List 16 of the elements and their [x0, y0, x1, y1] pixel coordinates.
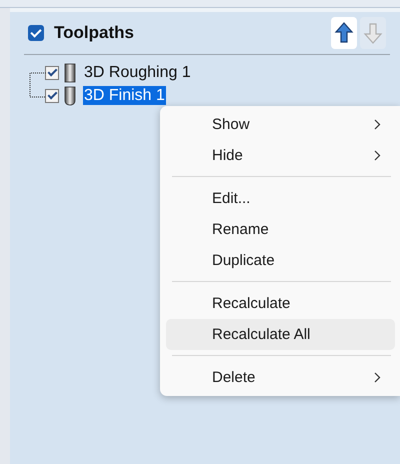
menu-item[interactable]: Hide [166, 140, 395, 171]
checkbox[interactable] [45, 66, 59, 80]
toolpath-label[interactable]: 3D Finish 1 [83, 86, 166, 105]
checkbox[interactable] [45, 88, 59, 102]
menu-item[interactable]: Recalculate [166, 288, 395, 319]
toolpath-label[interactable]: 3D Roughing 1 [83, 63, 192, 82]
tree-connector-icon [29, 72, 47, 98]
menu-item[interactable]: Show [166, 109, 395, 140]
checkbox[interactable] [28, 25, 44, 41]
panel-title: Toolpaths [54, 23, 135, 43]
menu-item[interactable]: Recalculate All [166, 319, 395, 350]
menu-item[interactable]: Duplicate [166, 245, 395, 276]
move-up-button[interactable] [331, 17, 357, 49]
menu-item[interactable]: Edit... [166, 183, 395, 214]
menu-item[interactable]: Delete [166, 362, 395, 393]
menu-item[interactable]: Rename [166, 214, 395, 245]
